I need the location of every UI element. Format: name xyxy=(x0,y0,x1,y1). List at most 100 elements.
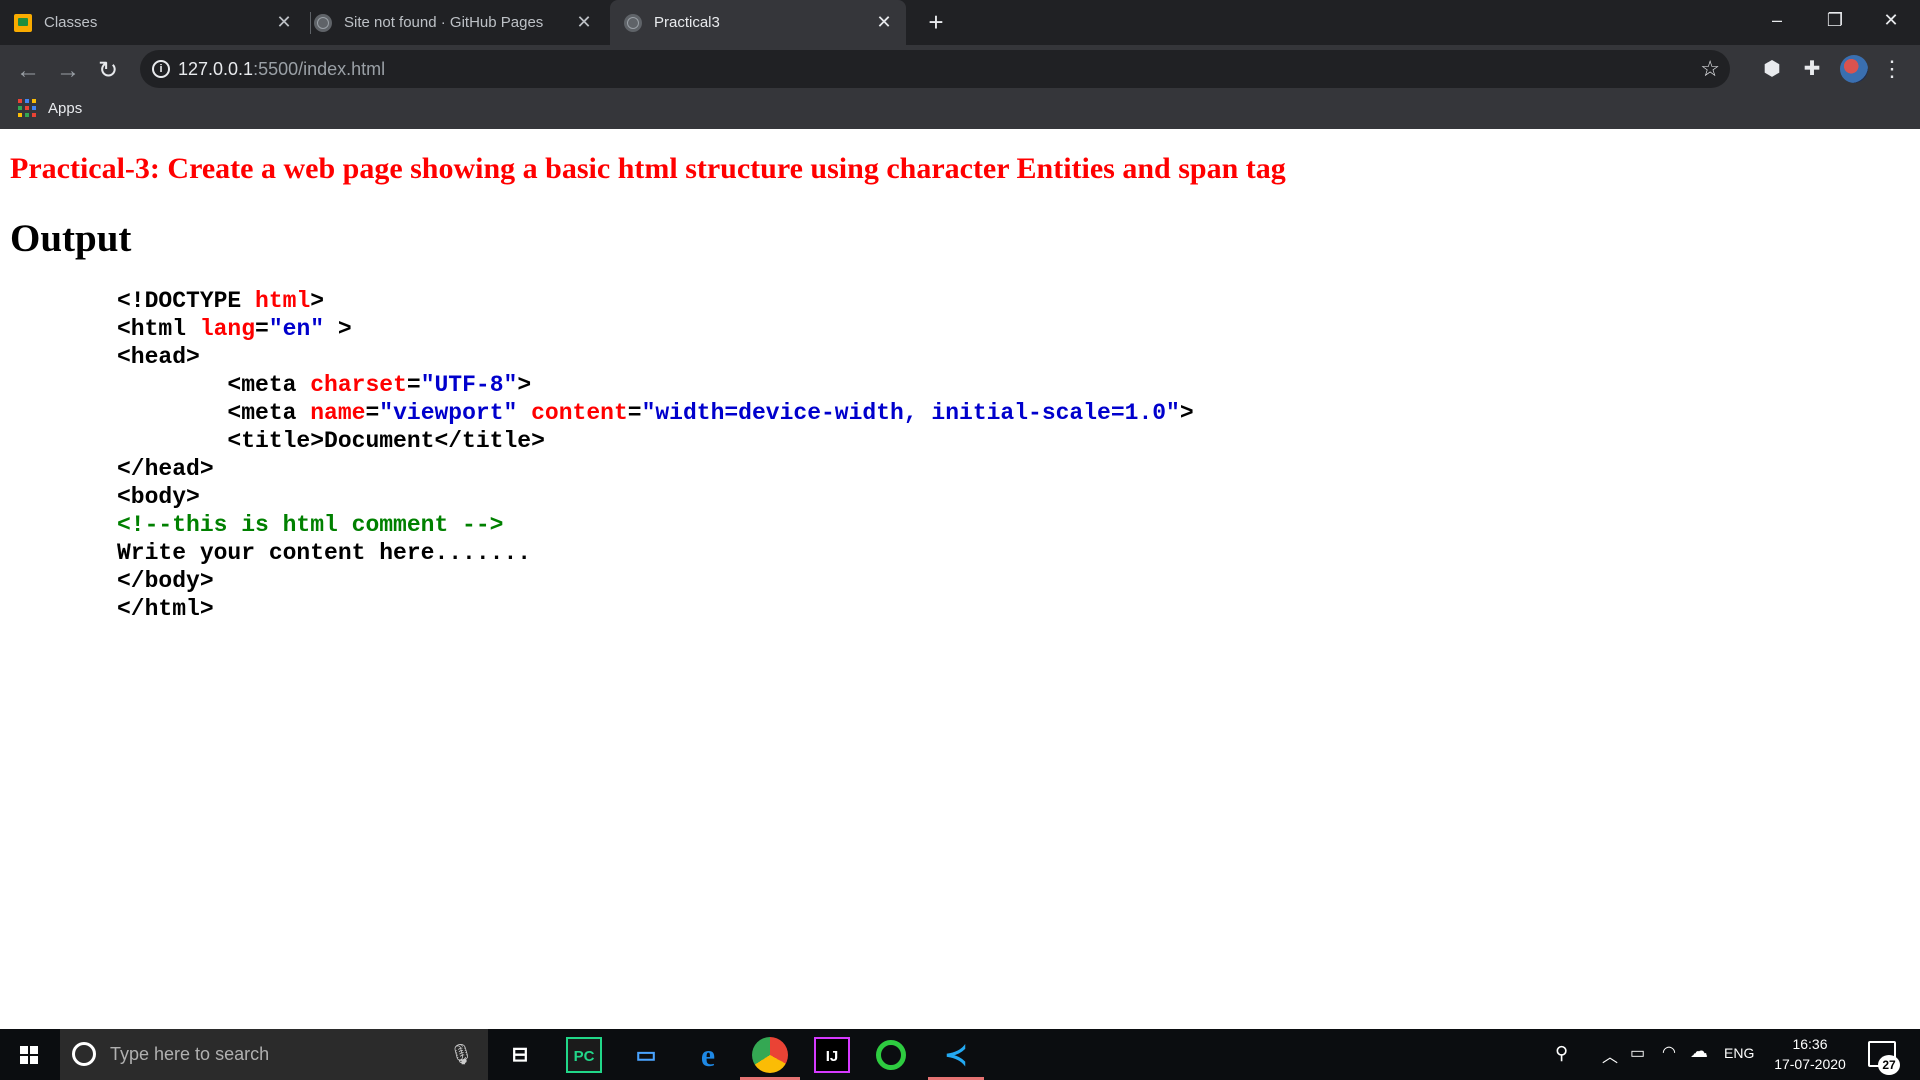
page-heading: Practical-3: Create a web page showing a… xyxy=(10,152,1286,185)
tab-divider xyxy=(310,12,311,34)
code-line: </html> xyxy=(117,595,1194,623)
taskbar-search-box[interactable]: Type here to search 🎙 xyxy=(60,1029,488,1080)
code-token-val: "viewport" xyxy=(379,400,518,426)
tab-site-not-found[interactable]: Site not found · GitHub Pages ✕ xyxy=(314,0,606,45)
close-tab-icon[interactable]: ✕ xyxy=(574,12,594,32)
clock-time: 16:36 xyxy=(1792,1036,1828,1052)
page-viewport: Practical-3: Create a web page showing a… xyxy=(0,129,1920,1029)
google-classroom-icon xyxy=(14,13,32,32)
code-token-tag: > xyxy=(324,316,352,342)
code-token-tag: <html xyxy=(117,316,200,342)
url-path: :5500/index.html xyxy=(253,59,386,79)
vscode-icon[interactable]: ≺ xyxy=(938,1037,974,1073)
apps-grid-icon xyxy=(18,99,36,117)
language-indicator[interactable]: ENG xyxy=(1724,1045,1754,1061)
show-hidden-icons-icon[interactable]: ︿ xyxy=(1602,1043,1618,1067)
reload-button[interactable]: ↻ xyxy=(88,51,128,91)
windows-logo-icon xyxy=(20,1046,38,1064)
code-token-tag: = xyxy=(365,400,380,426)
profile-avatar[interactable] xyxy=(1840,55,1868,83)
restore-button[interactable]: ❐ xyxy=(1806,0,1864,40)
people-icon[interactable]: ⚲ xyxy=(1555,1043,1568,1064)
code-line: <meta charset="UTF-8"> xyxy=(117,371,1194,399)
code-line: </body> xyxy=(117,567,1194,595)
tab-classes[interactable]: Classes ✕ xyxy=(14,0,306,45)
extensions-puzzle-icon[interactable]: ✚ xyxy=(1798,55,1826,83)
code-line: <title>Document</title> xyxy=(117,427,1194,455)
code-token-tag: <head> xyxy=(117,344,200,370)
edge-icon[interactable]: e xyxy=(690,1037,726,1073)
code-line: </head> xyxy=(117,455,1194,483)
globe-icon xyxy=(624,13,642,32)
wifi-icon[interactable]: ◠ xyxy=(1662,1042,1676,1062)
code-line: <html lang="en" > xyxy=(117,315,1194,343)
system-tray: ⚲ ︿ ▭ ◠ ☁ ENG xyxy=(1550,1029,1760,1080)
clock-date: 17-07-2020 xyxy=(1774,1056,1846,1072)
code-token-attr: html xyxy=(255,288,311,314)
output-title: Output xyxy=(10,217,132,260)
code-token-tag: > xyxy=(310,288,325,314)
chrome-icon[interactable] xyxy=(752,1037,788,1073)
tab-strip: Classes ✕ Site not found · GitHub Pages … xyxy=(0,0,1920,45)
code-token-val: "UTF-8" xyxy=(420,372,518,398)
site-info-icon[interactable]: i xyxy=(152,60,170,78)
code-token-val: "en" xyxy=(268,316,325,342)
tab-title: Site not found · GitHub Pages xyxy=(344,14,544,31)
code-token-tag: = xyxy=(406,372,421,398)
notification-count-badge: 27 xyxy=(1878,1055,1900,1075)
code-token-tag: </head> xyxy=(117,456,214,482)
search-placeholder: Type here to search xyxy=(110,1044,270,1064)
code-token-tag: Write your content here....... xyxy=(117,540,532,566)
code-token-tag xyxy=(517,400,531,426)
tab-title: Practical3 xyxy=(654,14,720,31)
address-bar[interactable]: i 127.0.0.1:5500/index.html ☆ xyxy=(140,50,1730,88)
url-text[interactable]: 127.0.0.1:5500/index.html xyxy=(178,59,385,80)
battery-icon[interactable]: ▭ xyxy=(1630,1043,1645,1063)
extension-cube-icon[interactable]: ⬢ xyxy=(1758,55,1786,83)
code-token-attr: charset xyxy=(310,372,407,398)
code-token-val: "width=device-width, initial-scale=1.0" xyxy=(641,400,1180,426)
onedrive-cloud-icon[interactable]: ☁ xyxy=(1690,1041,1708,1062)
code-token-attr: content xyxy=(531,400,628,426)
app-circle-icon[interactable] xyxy=(876,1040,906,1070)
url-host: 127.0.0.1 xyxy=(178,59,254,79)
close-tab-icon[interactable]: ✕ xyxy=(874,12,894,32)
code-token-tag: <!DOCTYPE xyxy=(117,288,256,314)
code-token-attr: name xyxy=(310,400,366,426)
code-token-cmt: <!--this is html comment --> xyxy=(117,512,504,538)
microphone-icon[interactable]: 🎙 xyxy=(449,1042,474,1067)
back-button[interactable]: ← xyxy=(8,51,48,91)
tab-practical3[interactable]: Practical3 ✕ xyxy=(610,0,906,45)
file-explorer-icon[interactable]: ▭ xyxy=(628,1037,664,1073)
taskbar-clock[interactable]: 16:36 17-07-2020 xyxy=(1765,1034,1855,1074)
code-block: <!DOCTYPE html> <html lang="en" > <head> <… xyxy=(117,287,1194,623)
task-view-icon[interactable]: ⊟ xyxy=(502,1037,538,1073)
pycharm-icon[interactable]: PC xyxy=(566,1037,602,1073)
minimize-button[interactable]: – xyxy=(1748,0,1806,40)
code-line: <body> xyxy=(117,483,1194,511)
code-line: <!--this is html comment --> xyxy=(117,511,1194,539)
close-window-button[interactable]: ✕ xyxy=(1862,0,1920,40)
globe-icon xyxy=(314,13,332,32)
code-token-tag: <body> xyxy=(117,484,200,510)
start-button[interactable] xyxy=(0,1029,58,1080)
browser-toolbar: ← → ↻ i 127.0.0.1:5500/index.html ☆ ⬢ ✚ … xyxy=(0,45,1920,129)
windows-taskbar: Type here to search 🎙 ⊟ PC ▭ e IJ ≺ ⚲ ︿ … xyxy=(0,1029,1920,1080)
new-tab-button[interactable]: + xyxy=(922,8,950,36)
code-line: <head> xyxy=(117,343,1194,371)
close-tab-icon[interactable]: ✕ xyxy=(274,12,294,32)
code-token-tag: > xyxy=(517,372,532,398)
intellij-icon[interactable]: IJ xyxy=(814,1037,850,1073)
bookmark-apps[interactable]: Apps xyxy=(48,100,82,117)
bookmark-star-icon[interactable]: ☆ xyxy=(1700,56,1720,82)
code-token-tag: <meta xyxy=(227,400,311,426)
code-token-tag: </body> xyxy=(117,568,214,594)
forward-button[interactable]: → xyxy=(48,51,88,91)
code-line: Write your content here....... xyxy=(117,539,1194,567)
chrome-menu-icon[interactable]: ⋮ xyxy=(1880,55,1904,83)
code-token-tag: > xyxy=(1179,400,1194,426)
cortana-icon[interactable] xyxy=(72,1042,96,1066)
